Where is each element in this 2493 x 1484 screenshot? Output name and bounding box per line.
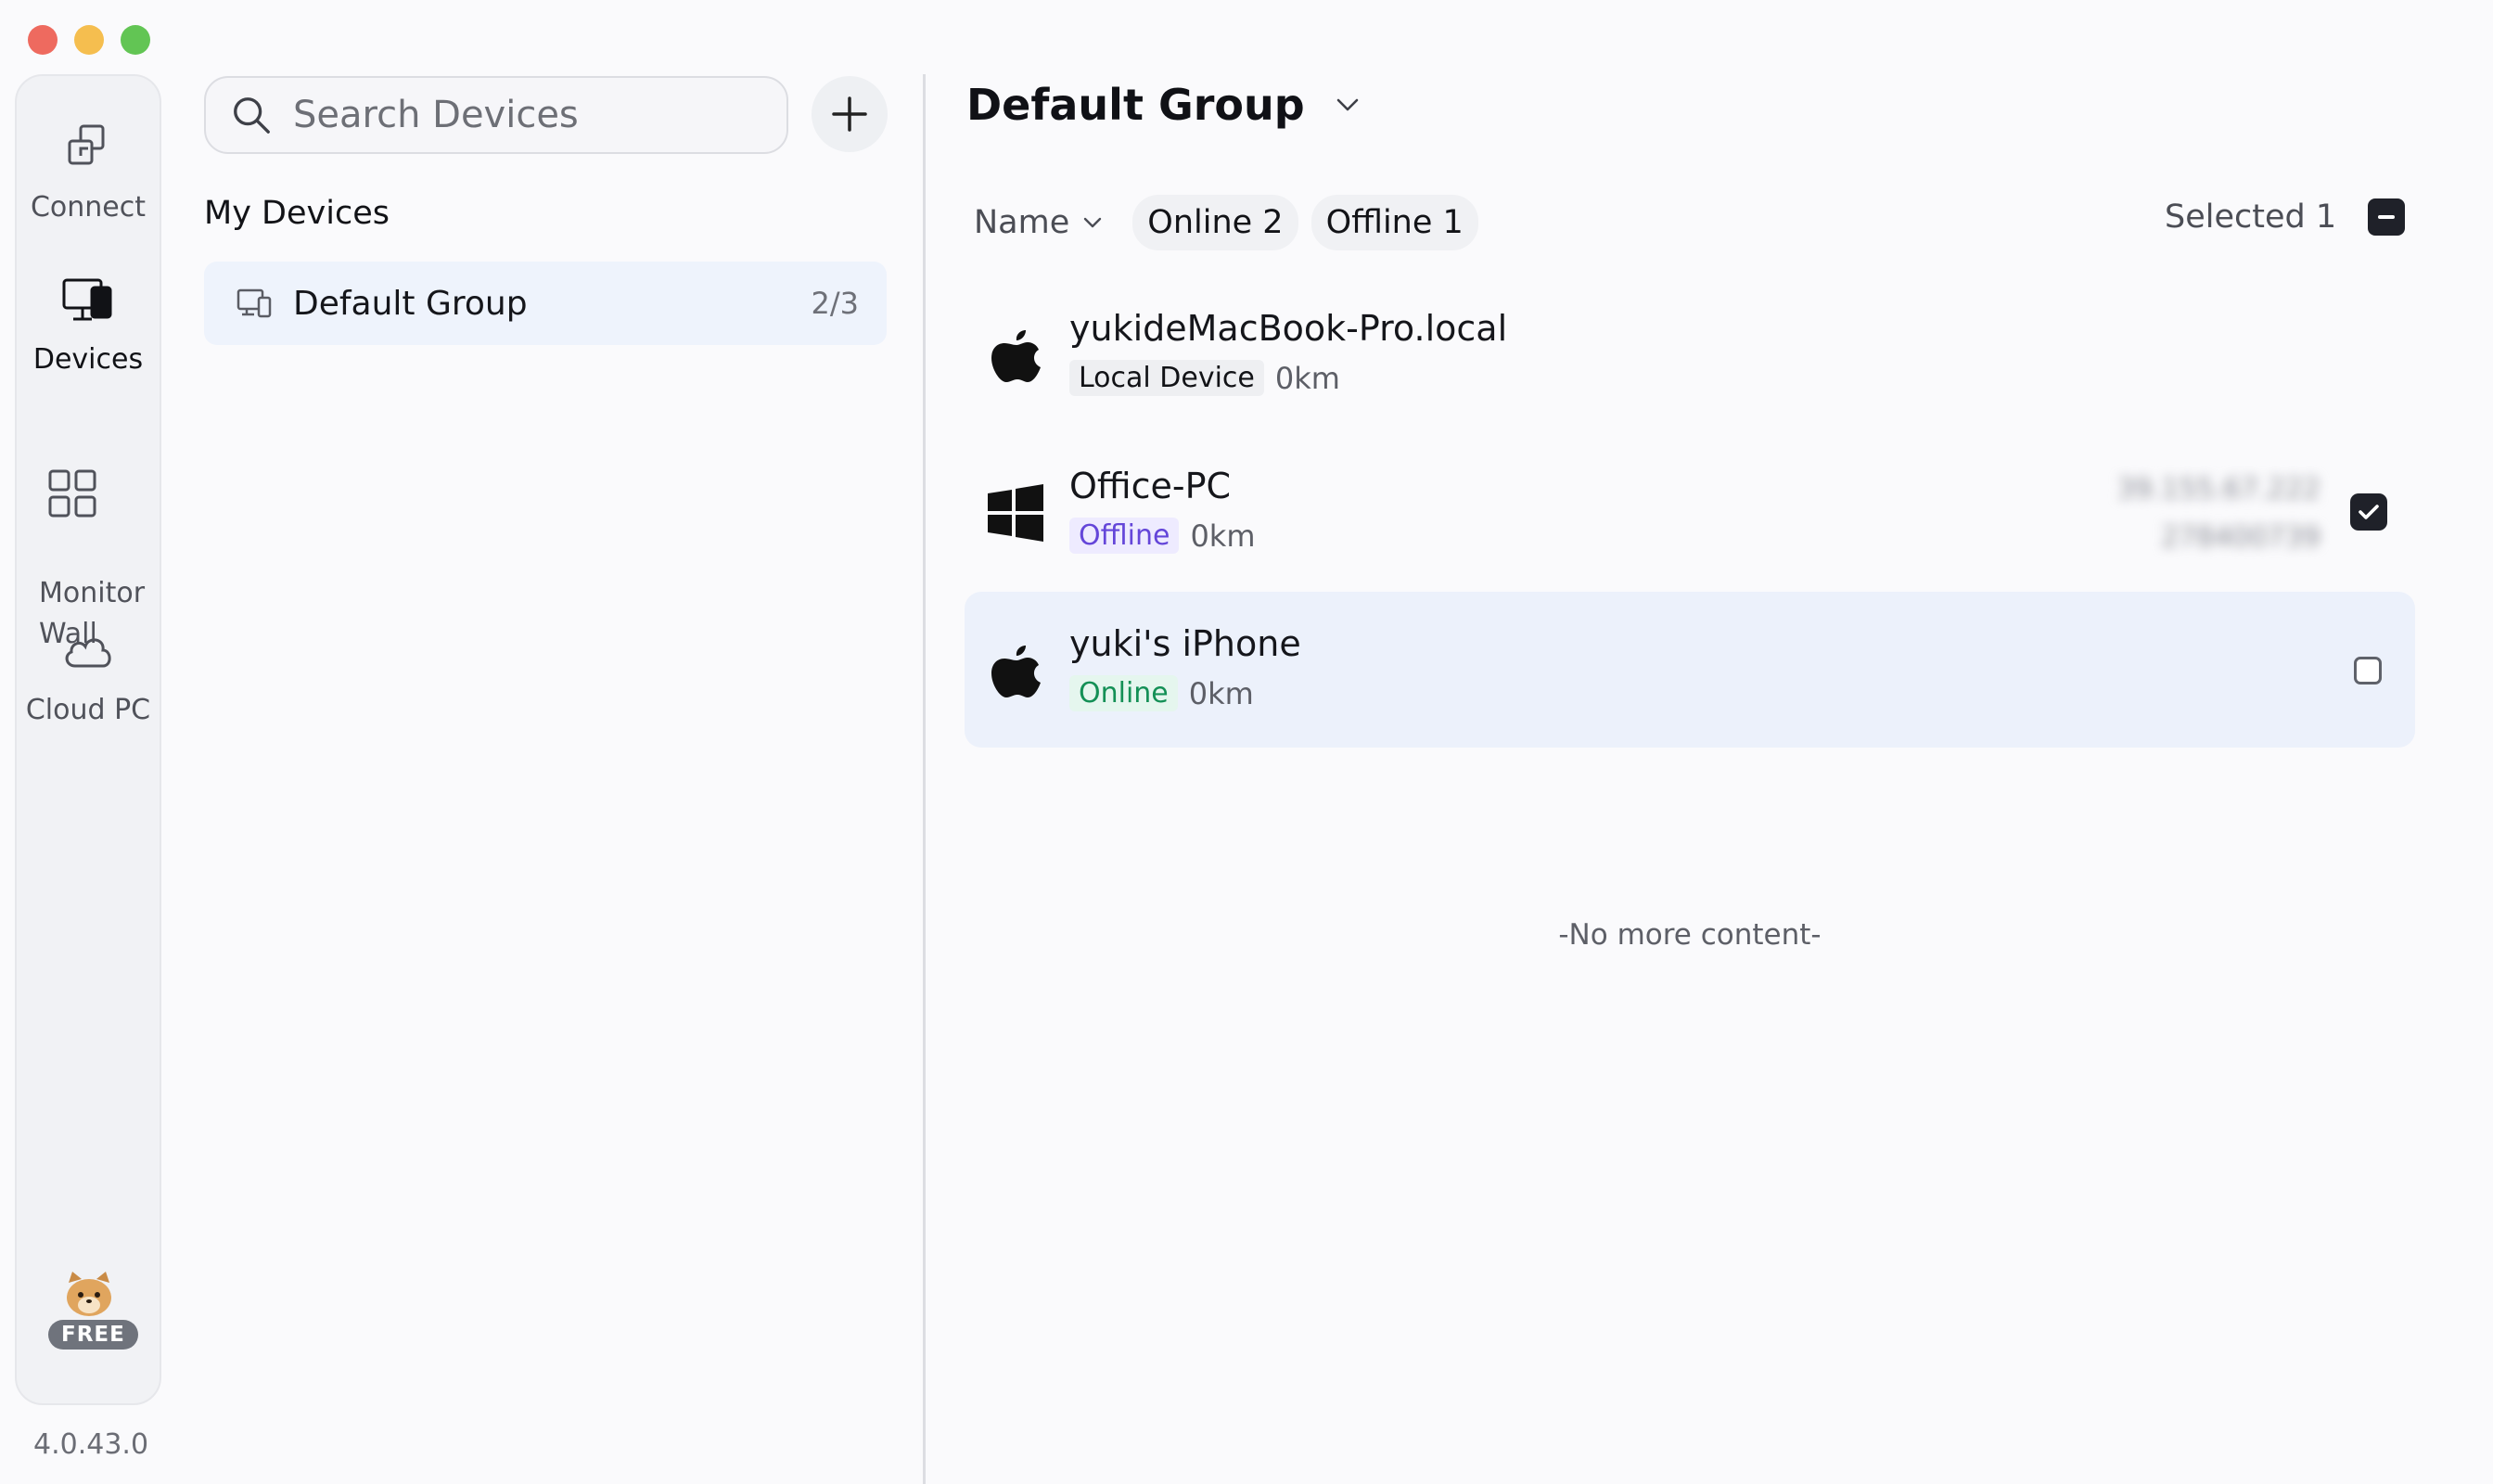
group-selector[interactable]: Default Group [966, 80, 1362, 130]
device-checkbox[interactable] [2350, 493, 2387, 531]
apple-icon [991, 646, 1041, 697]
device-row[interactable]: yukideMacBook-Pro.local Local Device 0km [965, 276, 2415, 432]
grid-icon [48, 469, 96, 518]
app-window: Connect Devices Monitor Wall Cloud PC FR… [0, 0, 2493, 1484]
group-count: 2/3 [811, 286, 860, 321]
device-meta: Local Device 0km [1069, 360, 1340, 396]
device-group-icon [237, 288, 272, 318]
checkmark-icon [2359, 505, 2379, 519]
connect-icon [68, 124, 105, 165]
end-of-list-text: -No more content- [1558, 918, 1822, 952]
selected-count: Selected 1 [2165, 198, 2337, 236]
device-row[interactable]: yuki's iPhone Online 0km [965, 592, 2415, 748]
mascot-icon [67, 1272, 111, 1316]
nav-item-monitor-wall[interactable]: Monitor Wall [17, 423, 160, 655]
devices-icon [62, 278, 112, 321]
maximize-window-button[interactable] [121, 25, 150, 55]
apple-icon [991, 330, 1041, 382]
column-divider[interactable] [923, 74, 926, 1484]
nav-item-label: Devices [32, 343, 144, 376]
nav-rail: Connect Devices Monitor Wall Cloud PC FR… [15, 74, 161, 1405]
plus-icon [832, 96, 867, 132]
device-distance: 0km [1274, 360, 1340, 396]
chevron-down-icon [1336, 98, 1358, 111]
device-name: yuki's iPhone [1069, 623, 1301, 664]
selection-summary: Selected 1 [2165, 198, 2406, 236]
device-name: yukideMacBook-Pro.local [1069, 308, 1508, 349]
status-badge: Offline [1069, 518, 1180, 554]
plan-badge[interactable]: FREE [48, 1270, 138, 1350]
page-title: Default Group [966, 80, 1305, 130]
chevron-down-icon [1084, 217, 1102, 228]
device-distance: 0km [1190, 518, 1256, 554]
local-device-badge: Local Device [1069, 360, 1264, 396]
free-plan-label: FREE [48, 1320, 138, 1350]
cloud-icon [65, 638, 111, 668]
group-label: Default Group [293, 284, 528, 323]
nav-item-devices[interactable]: Devices [17, 271, 160, 380]
device-meta: Online 0km [1069, 675, 1254, 711]
device-row[interactable]: Office-PC Offline 0km 39.155.67.222 2784… [965, 434, 2415, 590]
filter-offline-chip[interactable]: Offline 1 [1310, 195, 1478, 250]
sort-by-name-button[interactable]: Name [974, 204, 1105, 241]
device-address-blurred: 39.155.67.222 278400739 [2117, 466, 2320, 562]
device-meta: Offline 0km [1069, 518, 1256, 554]
add-device-button[interactable] [812, 76, 888, 152]
sort-label: Name [974, 204, 1070, 241]
search-icon [234, 97, 270, 134]
nav-item-label: Connect [30, 191, 147, 224]
my-devices-heading: My Devices [204, 195, 390, 232]
device-ip: 39.155.67.222 [2116, 473, 2320, 505]
filter-online-chip[interactable]: Online 2 [1132, 195, 1298, 250]
windows-icon [988, 484, 1043, 542]
nav-item-cloud-pc[interactable]: Cloud PC [17, 621, 160, 731]
device-checkbox[interactable] [2354, 657, 2382, 684]
status-badge: Online [1069, 675, 1178, 711]
nav-item-label: Cloud PC [25, 694, 151, 726]
sidebar-group-default[interactable]: Default Group 2/3 [204, 262, 887, 345]
search-input[interactable] [291, 93, 777, 137]
minimize-window-button[interactable] [74, 25, 104, 55]
device-name: Office-PC [1069, 466, 1232, 506]
nav-item-connect[interactable]: Connect [17, 119, 160, 228]
deselect-all-checkbox[interactable] [2368, 198, 2406, 236]
search-box[interactable] [204, 76, 788, 154]
app-version: 4.0.43.0 [33, 1428, 149, 1461]
filter-bar: Name Online 2 Offline 1 [974, 195, 1491, 250]
close-window-button[interactable] [28, 25, 58, 55]
device-distance: 0km [1188, 675, 1254, 711]
window-controls [28, 25, 150, 55]
device-id: 278400739 [2161, 521, 2320, 554]
